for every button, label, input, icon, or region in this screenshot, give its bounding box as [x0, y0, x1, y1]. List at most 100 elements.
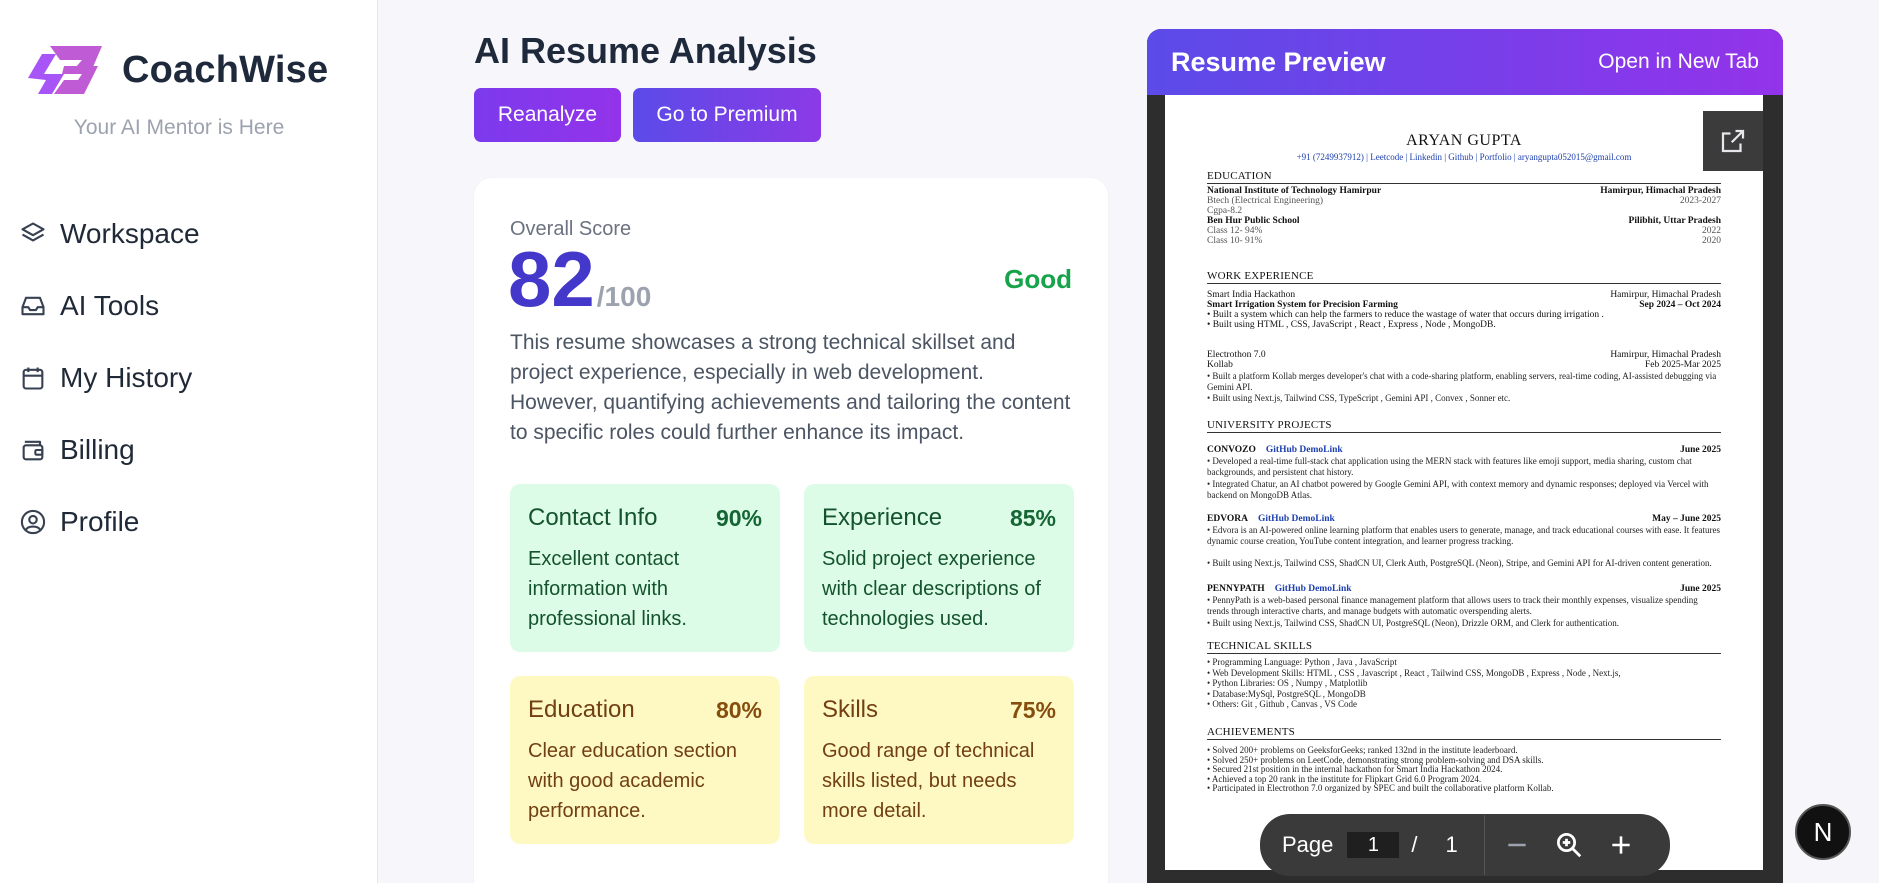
- resume-bullet: • Web Development Skills: HTML , CSS , J…: [1207, 667, 1621, 678]
- sidebar-item-ai-tools[interactable]: AI Tools: [18, 286, 200, 326]
- preview-header: Resume Preview Open in New Tab: [1147, 29, 1783, 95]
- resume-bullet: • Edvora is an AI-powered online learnin…: [1207, 525, 1720, 546]
- resume-bullet: • Built using Next.js, Tailwind CSS, Typ…: [1207, 393, 1511, 403]
- open-in-new-tab-link[interactable]: Open in New Tab: [1598, 50, 1759, 74]
- resume-section-title: TECHNICAL SKILLS: [1207, 640, 1721, 654]
- score-card: Overall Score 82 /100 Good This resume s…: [474, 178, 1108, 883]
- tile-title: Contact Info: [528, 504, 658, 531]
- sidebar-item-label: Billing: [60, 434, 135, 465]
- resume-project-header: CONVOZO GitHub DemoLink June 2025: [1207, 445, 1721, 456]
- resume-line-right: Feb 2025-Mar 2025: [1645, 360, 1721, 370]
- sidebar: CoachWise Your AI Mentor is Here Workspa…: [0, 0, 378, 883]
- resume-bullet: • Built using Next.js, Tailwind CSS, Sha…: [1207, 558, 1712, 568]
- tile-description: Solid project experience with clear desc…: [822, 548, 1041, 630]
- zoom-reset-button[interactable]: [1549, 825, 1589, 865]
- page-total: 1: [1445, 832, 1458, 857]
- project-name: CONVOZO: [1207, 445, 1256, 455]
- sidebar-item-billing[interactable]: Billing: [18, 430, 200, 470]
- score-summary: This resume showcases a strong technical…: [510, 331, 1071, 444]
- tile-percent: 80%: [715, 696, 762, 723]
- project-link[interactable]: GitHub DemoLink: [1258, 514, 1335, 524]
- sidebar-item-label: AI Tools: [60, 290, 160, 321]
- resume-bullet: • Built a platform Kollab merges develop…: [1207, 371, 1717, 392]
- resume-project-header: EDVORA GitHub DemoLink May – June 2025: [1207, 514, 1721, 525]
- resume-bullet: • Developed a real-time full-stack chat …: [1207, 456, 1692, 477]
- project-date: June 2025: [1680, 584, 1721, 594]
- resume-section-title: UNIVERSITY PROJECTS: [1207, 419, 1721, 433]
- resume-bullet: • Built using Next.js, Tailwind CSS, Sha…: [1207, 618, 1619, 628]
- resume-bullet: • Python Libraries: OS , Numpy , Matplot…: [1207, 678, 1368, 688]
- score-rating: Good: [1004, 264, 1072, 294]
- resume-bullet: • Programming Language: Python , Java , …: [1207, 657, 1397, 667]
- zoom-in-button[interactable]: [1601, 825, 1641, 865]
- score-max: /100: [596, 281, 652, 312]
- user-circle-icon: [18, 507, 48, 537]
- resume-project-header: PENNYPATH GitHub DemoLink June 2025: [1207, 584, 1721, 595]
- resume-bullet: • Database:MySql, PostgreSQL , MongoDB: [1207, 688, 1366, 699]
- project-name: EDVORA: [1207, 514, 1248, 524]
- tile-description: Excellent contact information with profe…: [528, 548, 687, 630]
- tile-skills: Skills 75% Good range of technical skills…: [804, 676, 1074, 844]
- resume-section-title: WORK EXPERIENCE: [1207, 270, 1721, 284]
- brand-name: CoachWise: [122, 48, 329, 91]
- page-title: AI Resume Analysis: [474, 30, 817, 71]
- wallet-icon: [18, 435, 48, 465]
- tile-title: Education: [528, 696, 635, 723]
- sidebar-item-my-history[interactable]: My History: [18, 358, 200, 398]
- resume-section-title: EDUCATION: [1207, 170, 1721, 184]
- resume-line: • Built using HTML , CSS, JavaScript , R…: [1207, 320, 1721, 331]
- resume-bullet: • PennyPath is a web-based personal fina…: [1207, 595, 1698, 616]
- tile-title: Experience: [822, 504, 943, 531]
- page-label: Page: [1282, 832, 1334, 857]
- minus-icon: [1508, 843, 1526, 847]
- tile-description: Clear education section with good academ…: [528, 740, 738, 822]
- sidebar-item-profile[interactable]: Profile: [18, 502, 200, 542]
- toolbar-divider: [1483, 815, 1485, 875]
- brand-tagline: Your AI Mentor is Here: [73, 116, 285, 139]
- sidebar-item-label: My History: [60, 362, 193, 393]
- layers-icon: [18, 219, 48, 249]
- go-to-premium-button[interactable]: Go to Premium: [633, 88, 821, 142]
- reanalyze-button[interactable]: Reanalyze: [474, 88, 621, 142]
- tile-education: Education 80% Clear education section wit…: [510, 676, 780, 844]
- resume-preview-panel: Resume Preview Open in New Tab ARYAN GUP…: [1147, 29, 1783, 883]
- resume-line-left: • Built using HTML , CSS, JavaScript , R…: [1207, 320, 1496, 330]
- calendar-icon: [18, 363, 48, 393]
- tile-title: Skills: [822, 696, 879, 723]
- resume-line: Kollab Feb 2025-Mar 2025: [1207, 360, 1721, 371]
- resume-line-right: 2020: [1702, 236, 1721, 246]
- tile-experience: Experience 85% Solid project experience w…: [804, 484, 1074, 652]
- project-link[interactable]: GitHub DemoLink: [1275, 584, 1352, 594]
- pdf-page-toolbar: Page / 1: [1260, 814, 1670, 876]
- brand[interactable]: CoachWise: [24, 44, 328, 96]
- sidebar-item-label: Workspace: [60, 218, 200, 249]
- resume-document[interactable]: ARYAN GUPTA +91 (7249937912) | Leetcode …: [1165, 95, 1763, 870]
- project-date: May – June 2025: [1652, 514, 1721, 524]
- resume-bullet: • Integrated Chatur, an AI chatbot power…: [1207, 479, 1709, 500]
- sidebar-nav: Workspace AI Tools My History Billing Pr…: [18, 214, 200, 574]
- page-number-input[interactable]: [1347, 832, 1400, 858]
- resume-bullet: • Participated in Electrothon 7.0 organi…: [1207, 783, 1554, 794]
- resume-bullet: • Others: Git , Github , Canvas , VS Cod…: [1207, 699, 1357, 709]
- tile-contact-info: Contact Info 90% Excellent contact inform…: [510, 484, 780, 652]
- overall-score: 82 /100: [508, 240, 651, 318]
- project-link[interactable]: GitHub DemoLink: [1266, 445, 1343, 455]
- zoom-out-button[interactable]: [1497, 825, 1537, 865]
- sidebar-item-workspace[interactable]: Workspace: [18, 214, 200, 254]
- resume-name: ARYAN GUPTA: [1406, 132, 1522, 149]
- preview-title: Resume Preview: [1171, 46, 1386, 77]
- tile-percent: 90%: [715, 504, 762, 531]
- resume-contact: +91 (7249937912) | Leetcode | Linkedin |…: [1296, 152, 1632, 162]
- resume-line-left: Kollab: [1207, 360, 1233, 370]
- project-date: June 2025: [1680, 445, 1721, 455]
- tile-percent: 85%: [1009, 504, 1056, 531]
- coachwise-logo-icon: [28, 46, 102, 94]
- project-name: PENNYPATH: [1207, 584, 1265, 594]
- sidebar-item-label: Profile: [60, 506, 140, 537]
- resume-line: Class 10- 91% 2020: [1207, 236, 1721, 247]
- zoom-in-icon: [1556, 833, 1581, 858]
- n-avatar-badge[interactable]: N: [1795, 804, 1851, 860]
- plus-icon: [1612, 836, 1630, 854]
- tile-percent: 75%: [1009, 696, 1056, 723]
- resume-section-title: ACHIEVEMENTS: [1207, 726, 1721, 740]
